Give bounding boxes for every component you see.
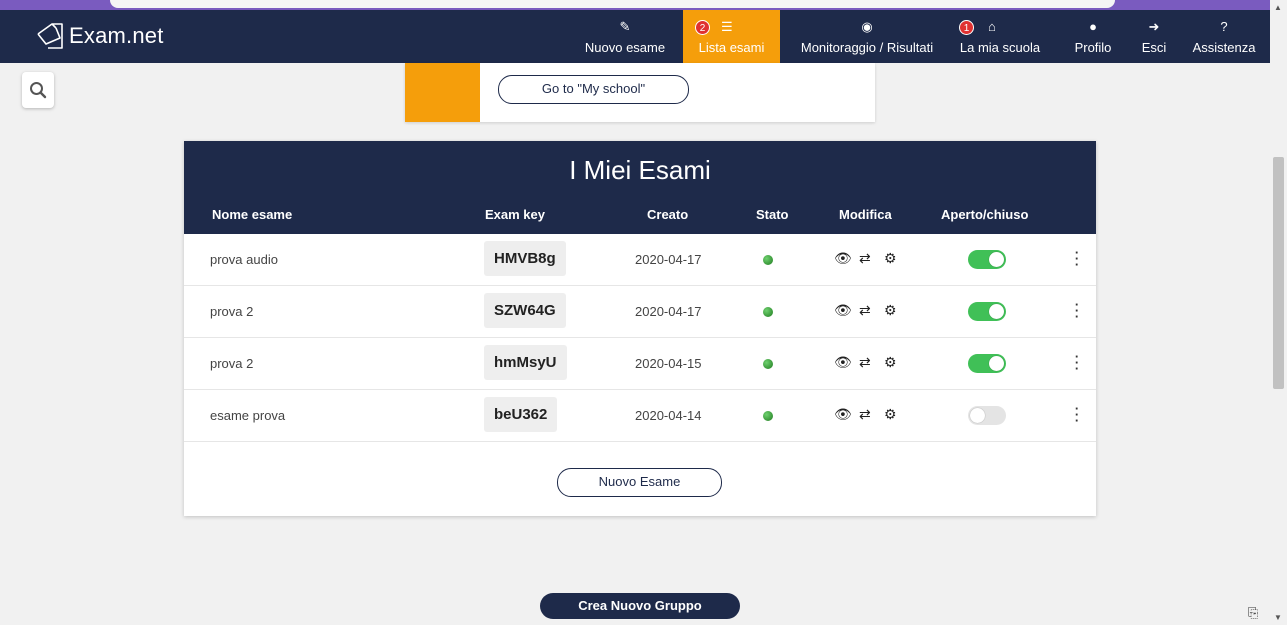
created-date: 2020-04-17	[635, 252, 702, 267]
translate-icon[interactable]: ⎘	[1248, 605, 1258, 621]
help-icon: ?	[1220, 19, 1228, 34]
home-icon: ⌂	[988, 19, 996, 34]
exam-key: HMVB8g	[484, 241, 566, 276]
list-icon: ☰	[721, 19, 733, 34]
column-header-name: Nome esame	[212, 207, 293, 222]
row-menu-kebab-icon[interactable]: · · ·	[1072, 350, 1082, 375]
preview-eye-icon[interactable]: 👁	[834, 354, 852, 371]
top-navbar: Exam.net ✎ Nuovo esame 2 ☰ Lista esami ◉…	[0, 10, 1270, 63]
brand-logo[interactable]: Exam.net	[34, 20, 164, 52]
settings-gears-icon[interactable]: ⚙	[884, 354, 897, 371]
open-closed-toggle[interactable]	[968, 354, 1006, 373]
preview-eye-icon[interactable]: 👁	[834, 406, 852, 423]
duplicate-icon[interactable]: ⇄	[859, 302, 871, 319]
my-school-banner: Go to "My school"	[405, 63, 875, 122]
row-menu-kebab-icon[interactable]: · · ·	[1072, 246, 1082, 271]
scroll-thumb[interactable]	[1273, 157, 1284, 389]
nav-la-mia-scuola[interactable]: 1 ⌂ La mia scuola	[950, 10, 1050, 63]
exam-name[interactable]: esame prova	[210, 390, 285, 441]
logo-icon	[37, 23, 63, 49]
nav-label: Lista esami	[698, 40, 765, 55]
nav-label: Monitoraggio / Risultati	[800, 40, 934, 55]
exam-key: SZW64G	[484, 293, 566, 328]
settings-gears-icon[interactable]: ⚙	[884, 406, 897, 423]
created-date: 2020-04-17	[635, 304, 702, 319]
logout-icon: ➜	[1148, 19, 1160, 34]
row-menu-kebab-icon[interactable]: · · ·	[1072, 298, 1082, 323]
exams-title: I Miei Esami	[569, 155, 711, 185]
open-closed-toggle[interactable]	[968, 250, 1006, 269]
nav-label: Profilo	[1074, 40, 1112, 55]
toggle-knob	[989, 356, 1004, 371]
status-globe-icon	[763, 255, 773, 265]
preview-eye-icon[interactable]: 👁	[834, 250, 852, 267]
nav-label: Nuovo esame	[584, 40, 666, 55]
duplicate-icon[interactable]: ⇄	[859, 250, 871, 267]
row-menu-kebab-icon[interactable]: · · ·	[1072, 402, 1082, 427]
nav-assistenza[interactable]: ? Assistenza	[1184, 10, 1264, 63]
table-row: prova 2 hmMsyU 2020-04-15 👁 ⇄ ⚙ · · ·	[184, 338, 1096, 390]
table-row: prova audio HMVB8g 2020-04-17 👁 ⇄ ⚙ · · ·	[184, 234, 1096, 286]
nav-label: Esci	[1141, 40, 1167, 55]
banner-accent-stripe	[405, 63, 480, 122]
nav-label: La mia scuola	[959, 40, 1041, 55]
user-icon: ●	[1089, 19, 1097, 34]
exam-name[interactable]: prova 2	[210, 338, 253, 389]
browser-frame-strip	[0, 0, 1287, 10]
status-globe-icon	[763, 411, 773, 421]
nav-monitoraggio[interactable]: ◉ Monitoraggio / Risultati	[787, 10, 947, 63]
nav-lista-esami[interactable]: 2 ☰ Lista esami	[683, 10, 780, 63]
open-closed-toggle[interactable]	[968, 406, 1006, 425]
toggle-knob	[970, 408, 985, 423]
column-header-created: Creato	[647, 207, 689, 222]
brand-name: Exam.net	[69, 23, 164, 48]
eye-icon: ◉	[861, 19, 873, 34]
notification-badge: 1	[959, 20, 974, 35]
scroll-down-arrow-icon[interactable]: ▼	[1274, 613, 1282, 622]
exam-key: beU362	[484, 397, 558, 432]
scroll-up-arrow-icon[interactable]: ▲	[1274, 3, 1282, 12]
browser-address-area	[110, 0, 1115, 8]
go-to-my-school-button[interactable]: Go to "My school"	[498, 75, 689, 104]
column-header-status: Stato	[756, 207, 789, 222]
create-new-group-button[interactable]: Crea Nuovo Gruppo	[540, 593, 740, 619]
my-exams-card: I Miei Esami Nome esame Exam key Creato …	[184, 141, 1096, 516]
open-closed-toggle[interactable]	[968, 302, 1006, 321]
table-row: prova 2 SZW64G 2020-04-17 👁 ⇄ ⚙ · · ·	[184, 286, 1096, 338]
exams-table-header: I Miei Esami Nome esame Exam key Creato …	[184, 141, 1096, 234]
nav-profilo[interactable]: ● Profilo	[1064, 10, 1122, 63]
notification-badge: 2	[695, 20, 710, 35]
status-globe-icon	[763, 359, 773, 369]
duplicate-icon[interactable]: ⇄	[859, 406, 871, 423]
column-header-key: Exam key	[485, 207, 545, 222]
created-date: 2020-04-15	[635, 356, 702, 371]
toggle-knob	[989, 252, 1004, 267]
column-header-edit: Modifica	[839, 207, 892, 222]
status-globe-icon	[763, 307, 773, 317]
created-date: 2020-04-14	[635, 408, 702, 423]
pencil-icon: ✎	[619, 19, 631, 34]
new-exam-button[interactable]: Nuovo Esame	[557, 468, 722, 497]
toggle-knob	[989, 304, 1004, 319]
search-button[interactable]	[22, 72, 54, 108]
exam-name[interactable]: prova audio	[210, 234, 278, 285]
duplicate-icon[interactable]: ⇄	[859, 354, 871, 371]
settings-gears-icon[interactable]: ⚙	[884, 250, 897, 267]
nav-label: Assistenza	[1192, 40, 1256, 55]
search-icon	[30, 82, 47, 99]
column-header-open-closed: Aperto/chiuso	[941, 207, 1029, 222]
page-scrollbar[interactable]: ▲ ▼	[1270, 0, 1287, 625]
preview-eye-icon[interactable]: 👁	[834, 302, 852, 319]
exam-key: hmMsyU	[484, 345, 567, 380]
exam-name[interactable]: prova 2	[210, 286, 253, 337]
table-row: esame prova beU362 2020-04-14 👁 ⇄ ⚙ · · ·	[184, 390, 1096, 442]
settings-gears-icon[interactable]: ⚙	[884, 302, 897, 319]
nav-esci[interactable]: ➜ Esci	[1134, 10, 1174, 63]
nav-nuovo-esame[interactable]: ✎ Nuovo esame	[575, 10, 675, 63]
